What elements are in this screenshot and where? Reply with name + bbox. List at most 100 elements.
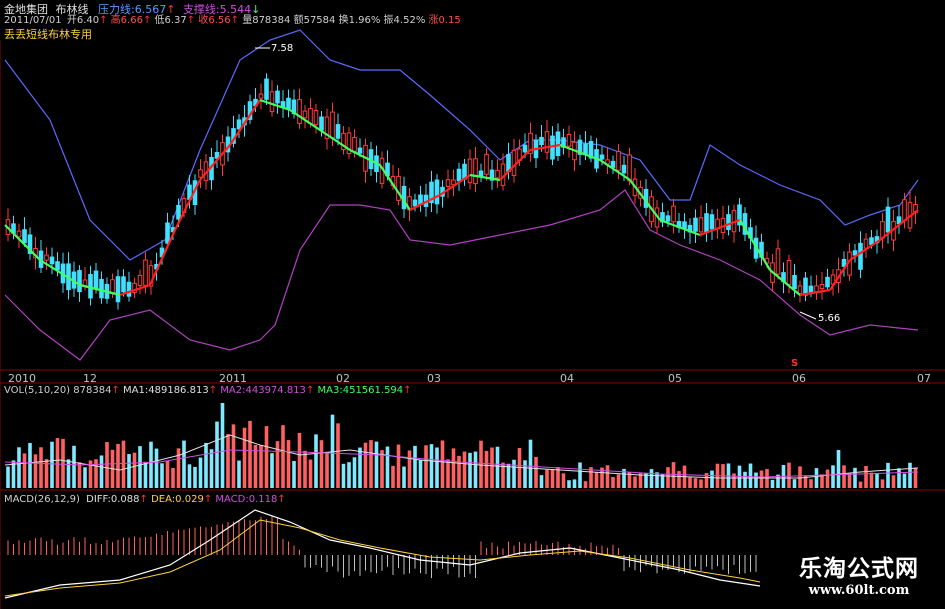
high-label: 高	[110, 15, 121, 26]
volume-bar	[352, 457, 357, 488]
volume-bar	[33, 454, 38, 488]
volume-bar	[99, 455, 104, 488]
up-arrow-icon: ↑	[139, 494, 148, 505]
event-marker[interactable]: S	[791, 357, 798, 370]
candle-body	[269, 91, 275, 113]
volume-bar	[358, 447, 362, 488]
volume-bar	[479, 440, 483, 488]
candle-body	[258, 93, 264, 99]
candle-body	[467, 158, 473, 184]
volume-bar	[209, 449, 214, 488]
volume-bar	[253, 444, 258, 488]
volume-bar	[402, 466, 406, 488]
volume-bar	[572, 479, 577, 488]
volume-bar	[226, 434, 230, 488]
volume-bar	[429, 444, 434, 488]
candle-body	[693, 217, 698, 232]
volume-bar	[825, 469, 830, 488]
macd-bar-value: 0.118	[248, 494, 278, 505]
streak-value: 0.15	[438, 15, 461, 26]
bollinger-mid-line	[739, 219, 771, 271]
volume-bar	[314, 434, 318, 488]
volume-bar	[864, 465, 868, 488]
volume-bar	[380, 450, 384, 488]
candle-body	[49, 256, 55, 265]
volume-bar	[814, 468, 819, 488]
turnover-label: 换	[338, 15, 349, 26]
vol-ma2-label: MA2:	[220, 385, 246, 396]
streak-label: 涨	[428, 15, 439, 26]
volume-bar	[6, 466, 10, 488]
up-arrow-icon: ↑	[203, 494, 213, 505]
candle-body	[137, 275, 143, 286]
up-arrow-icon: ↑	[111, 385, 120, 396]
candle-body	[671, 205, 676, 223]
volume-bar	[116, 443, 120, 488]
volume-bar	[754, 472, 758, 488]
high-value: 6.66	[120, 15, 143, 26]
volume-bar	[127, 454, 131, 488]
volume-bar	[528, 439, 533, 488]
candle-body	[775, 248, 781, 275]
candle-body	[522, 144, 528, 153]
vol-value: 878384	[73, 385, 112, 396]
volume-bar	[396, 444, 401, 488]
candle-body	[786, 259, 792, 285]
candle-body	[121, 276, 126, 293]
candle-body	[726, 214, 731, 231]
bollinger-mid-line	[439, 174, 471, 196]
up-arrow-icon: ↑	[403, 385, 412, 396]
volume-bar	[693, 478, 698, 488]
volume-bar	[325, 451, 329, 488]
volume-bar	[281, 425, 285, 488]
volume-bar	[440, 440, 445, 488]
macd-bar-label: MACD:	[215, 494, 249, 505]
volume-bar	[237, 460, 241, 488]
volume-bar	[523, 460, 527, 488]
close-label: 收	[198, 15, 209, 26]
candle-body	[335, 124, 341, 139]
volume-bar	[204, 442, 208, 488]
volume-bar	[545, 469, 549, 488]
macd-dea-value: 0.029	[175, 494, 204, 505]
low-mark-leader	[799, 311, 817, 320]
volume-bar	[457, 455, 461, 488]
candle-body	[264, 78, 269, 100]
volume-bar	[567, 480, 571, 488]
volume-bar	[853, 467, 857, 488]
volume-bar	[446, 459, 450, 488]
candle-body	[627, 154, 632, 182]
macd-diff-label: DIFF:	[86, 494, 111, 505]
volume-bar	[831, 465, 835, 488]
volume-bar	[671, 462, 676, 488]
candle-body	[473, 158, 478, 185]
volume-bar	[336, 423, 340, 488]
candle-body	[616, 150, 621, 171]
volume-bar	[303, 450, 307, 488]
candle-body	[297, 98, 302, 124]
up-arrow-icon: ↑	[230, 15, 240, 26]
vol-ma3-value: 451561.594	[342, 385, 404, 396]
volume-bar	[490, 447, 494, 488]
time-axis-label: 03	[427, 372, 441, 385]
volume-bar	[666, 467, 670, 488]
candle-body	[165, 222, 170, 244]
volume-bar	[550, 469, 555, 488]
volume-bar	[770, 479, 775, 488]
up-arrow-icon: ↑	[186, 15, 196, 26]
volume-bar	[39, 447, 43, 488]
volume-bar	[611, 477, 615, 488]
time-axis-label: 07	[917, 372, 931, 385]
candle-body	[99, 278, 104, 299]
open-value: 6.40	[76, 15, 100, 26]
volume-bar	[270, 453, 274, 488]
price-chart[interactable]	[0, 0, 945, 609]
volume-bar	[836, 450, 841, 488]
volume-bar	[677, 471, 681, 488]
volume-bar	[633, 476, 637, 488]
volume-bar	[94, 459, 98, 488]
candle-body	[852, 250, 858, 256]
volume-bar	[594, 472, 599, 488]
candle-body	[885, 206, 891, 233]
candle-body	[16, 230, 22, 238]
